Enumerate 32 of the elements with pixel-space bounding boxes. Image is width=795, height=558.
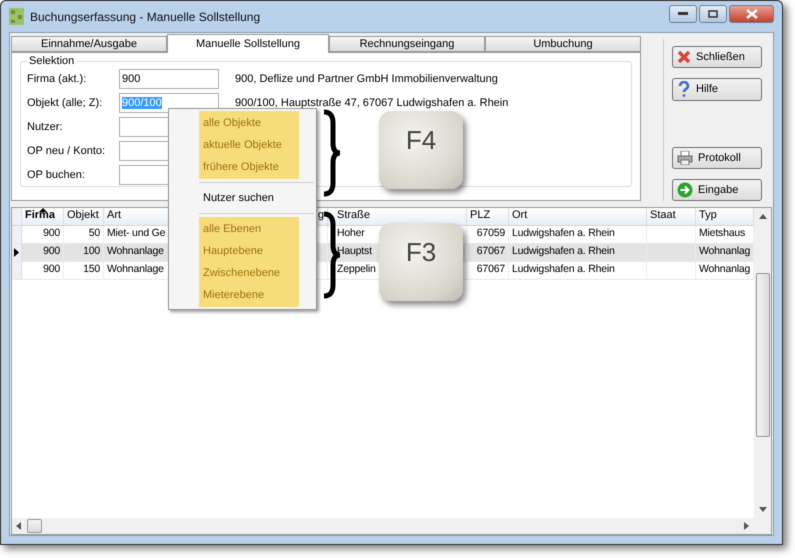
field-label: Nutzer: [27, 121, 64, 133]
table-cell: 900 [43, 245, 60, 257]
table-cell: 150 [83, 263, 100, 275]
field-label: Firma (akt.): [27, 73, 88, 85]
field-label: OP buchen: [27, 169, 86, 181]
table-cell: Hoher [337, 227, 365, 239]
table-cell: Ludwigshafen a. Rhein [512, 245, 615, 257]
field-label: OP neu / Konto: [27, 145, 106, 157]
table-cell: Ludwigshafen a. Rhein [512, 227, 615, 239]
table-cell: Wohnanlag [699, 245, 750, 257]
table-cell: Wohnanlage [107, 245, 164, 257]
table-cell: 67059 [476, 227, 505, 239]
table-cell: 900 [43, 227, 60, 239]
field-info: 900/100, Hauptstraße 47, 67067 Ludwigshafen a. Rhein [235, 97, 508, 109]
table-cell: 67067 [476, 245, 505, 257]
table-cell: Wohnanlag [699, 263, 750, 275]
keycap: F3 [379, 223, 463, 301]
table-cell: Miet- und Ge [107, 227, 166, 239]
table-cell: 50 [88, 227, 100, 239]
window-title: Buchungserfassung - Manuelle Sollstellung [30, 10, 260, 24]
table-cell: 100 [83, 245, 100, 257]
table-cell: Hauptst [337, 245, 372, 257]
table-cell: Mietshaus [699, 227, 746, 239]
field-label: Objekt (alle; Z): [27, 97, 104, 109]
table-cell: 67067 [476, 263, 505, 275]
table-cell: Ludwigshafen a. Rhein [512, 263, 615, 275]
table-cell: 900 [43, 263, 60, 275]
group-title: Selektion [28, 55, 76, 67]
field-info: 900, Deflize und Partner GmbH Immobilienverwaltung [235, 73, 498, 85]
table-cell: Wohnanlage [107, 263, 164, 275]
table-cell: Zeppelin [337, 263, 376, 275]
keycap: F4 [379, 111, 463, 189]
